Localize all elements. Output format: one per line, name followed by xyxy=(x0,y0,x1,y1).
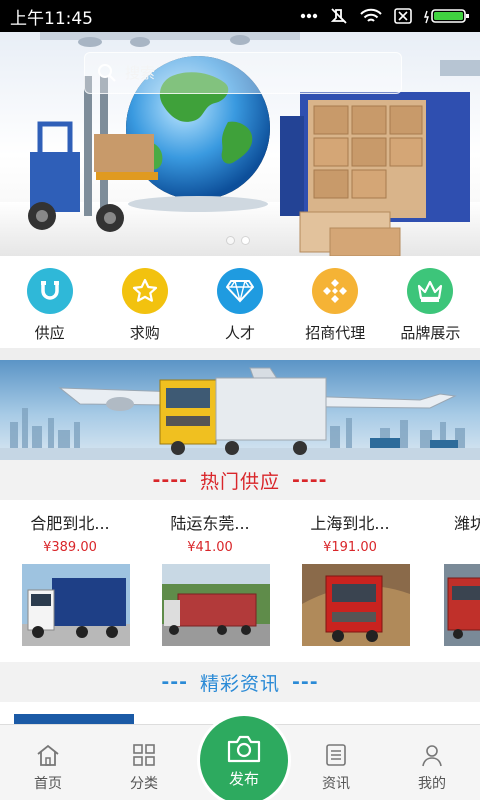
nav-mine[interactable]: 我的 xyxy=(384,725,480,800)
category-label: 品牌展示 xyxy=(400,324,461,342)
promo-banner[interactable] xyxy=(0,360,480,460)
hot-supply-title: ---- 热门供应 ---- xyxy=(0,460,480,500)
sim-off-icon xyxy=(394,8,412,24)
diamond-cluster-icon xyxy=(312,268,359,314)
publish-label: 发布 xyxy=(228,770,259,788)
category-purchase[interactable]: 求购 xyxy=(97,256,192,348)
product-image xyxy=(22,564,130,646)
title-dash-left: --- xyxy=(161,671,188,693)
product-price: ¥389.00 xyxy=(43,540,97,555)
carousel-indicator xyxy=(226,236,250,245)
category-label: 人才 xyxy=(225,324,256,342)
star-icon xyxy=(121,268,168,314)
nav-home[interactable]: 首页 xyxy=(0,725,96,800)
title-dash-left: ---- xyxy=(152,469,188,491)
product-name: 潍坊 xyxy=(454,514,480,533)
news-title-text: 精彩资讯 xyxy=(199,672,280,695)
grid-icon xyxy=(133,744,155,766)
truck-plane-banner-image xyxy=(0,367,480,460)
hero-banner[interactable] xyxy=(0,32,480,256)
search-box[interactable] xyxy=(84,52,402,94)
crown-icon xyxy=(407,268,454,314)
section-divider xyxy=(0,348,480,360)
product-name: 陆运东莞... xyxy=(170,514,250,533)
user-icon xyxy=(422,745,442,767)
category-label: 求购 xyxy=(129,324,160,342)
title-dash-right: ---- xyxy=(292,469,328,491)
nav-label: 资讯 xyxy=(322,776,350,792)
category-label: 招商代理 xyxy=(305,324,366,342)
product-image xyxy=(302,564,410,646)
news-icon xyxy=(326,744,346,766)
nav-label: 分类 xyxy=(130,776,158,792)
home-icon xyxy=(37,744,59,766)
news-section-title: --- 精彩资讯 --- xyxy=(0,662,480,702)
search-icon xyxy=(98,64,116,82)
carousel-dot[interactable] xyxy=(226,236,235,245)
diamond-icon xyxy=(217,268,263,314)
category-talent[interactable]: 人才 xyxy=(192,256,287,348)
category-supply[interactable]: 供应 xyxy=(2,256,97,348)
camera-icon xyxy=(227,735,261,763)
hot-supply-title-text: 热门供应 xyxy=(199,470,280,493)
mute-icon xyxy=(330,8,347,24)
product-price: ¥41.00 xyxy=(187,540,233,555)
magnet-icon xyxy=(26,268,73,314)
category-agency[interactable]: 招商代理 xyxy=(288,256,383,348)
search-input[interactable] xyxy=(125,64,385,82)
product-image xyxy=(162,564,270,646)
nav-label: 首页 xyxy=(34,776,62,792)
status-time: 上午11:45 xyxy=(10,8,93,29)
product-name: 合肥到北... xyxy=(30,514,110,533)
title-dash-right: --- xyxy=(292,671,319,693)
product-name: 上海到北... xyxy=(310,514,390,533)
product-price: ¥191.00 xyxy=(323,540,377,555)
carousel-dot-active[interactable] xyxy=(241,236,250,245)
publish-button[interactable]: 发布 xyxy=(200,716,288,800)
nav-news[interactable]: 资讯 xyxy=(288,725,384,800)
product-image xyxy=(444,564,480,646)
category-grid: 供应 求购 人才 招商代理 品牌展示 xyxy=(0,256,480,348)
category-brand[interactable]: 品牌展示 xyxy=(383,256,478,348)
status-bar: 上午11:45 xyxy=(0,0,480,32)
nav-label: 我的 xyxy=(418,776,446,792)
nav-category[interactable]: 分类 xyxy=(96,725,192,800)
battery-icon xyxy=(424,9,469,24)
hot-supply-list: 合肥到北... ¥389.00 陆运东莞... ¥41.00 上海到北... ¥… xyxy=(0,500,480,662)
wifi-icon xyxy=(360,8,382,22)
more-icon xyxy=(300,13,318,19)
status-icons xyxy=(300,7,470,25)
category-label: 供应 xyxy=(34,324,65,342)
